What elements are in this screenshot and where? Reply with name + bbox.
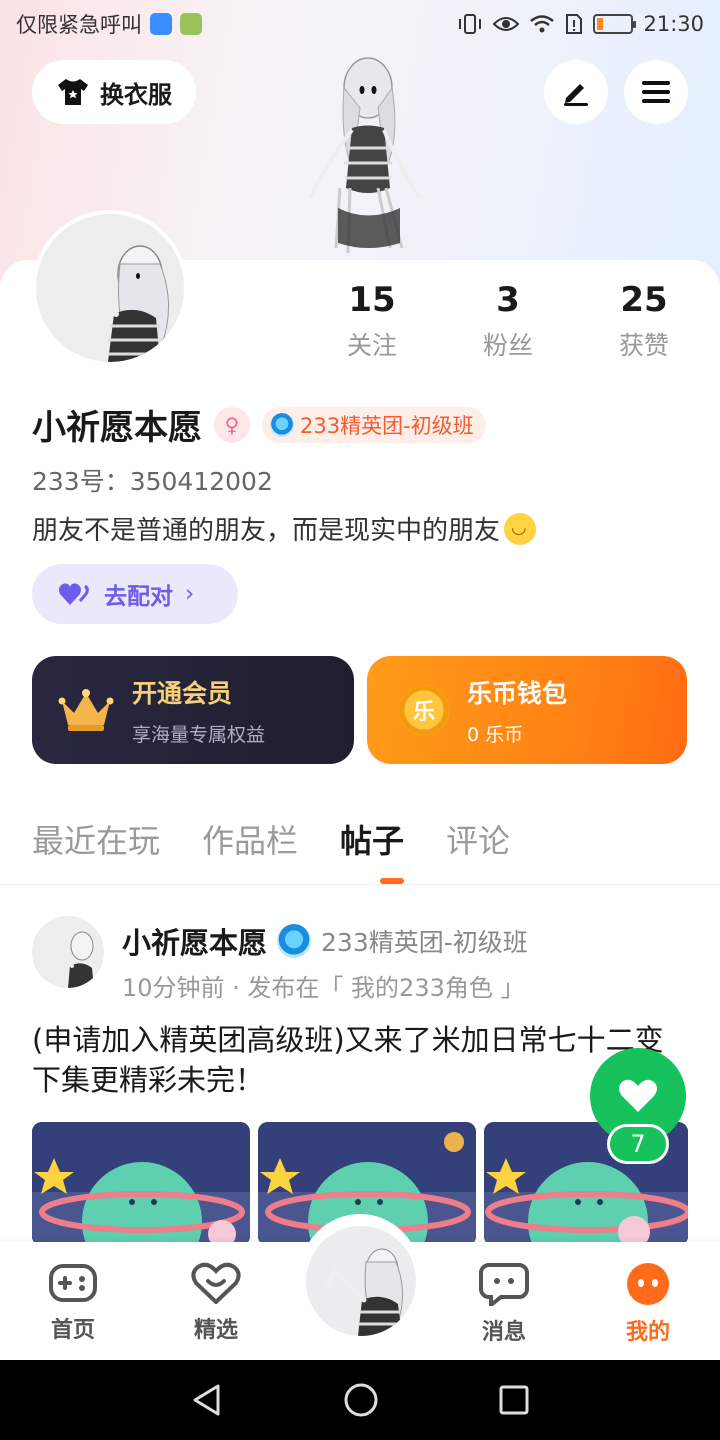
crown-icon (58, 689, 114, 731)
following-label: 关注 (346, 331, 397, 360)
nav-messages[interactable]: 消息 (459, 1262, 549, 1346)
medal-icon (270, 412, 294, 437)
profile-name: 小祈愿本愿 (32, 408, 202, 448)
profile-name-row: 小祈愿本愿 ♀ 233精英团-初级班 (32, 400, 486, 449)
battery-icon (593, 14, 637, 34)
followers-stat[interactable]: 3 粉丝 (440, 280, 576, 362)
vip-card-title: 开通会员 (132, 678, 233, 708)
tabs-divider (0, 884, 720, 885)
menu-icon (642, 81, 670, 103)
face-icon (627, 1263, 669, 1305)
profile-tabs: 最近在玩 作品栏 帖子 评论 (32, 816, 510, 862)
avatar-portrait (63, 245, 169, 362)
post-author-avatar[interactable] (32, 916, 104, 988)
game-app-icon (180, 13, 202, 35)
likes-count: 25 (620, 280, 668, 320)
match-button-label: 去配对 (104, 584, 173, 610)
chat-icon (479, 1263, 529, 1310)
wallet-card[interactable]: 乐 乐币钱包 0 乐币 (367, 656, 687, 764)
carrier-text: 仅限紧急呼叫 (16, 13, 142, 37)
nav-avatar-portrait (325, 1248, 403, 1336)
post-avatar-portrait (45, 931, 94, 988)
coin-char: 乐 (412, 700, 435, 725)
medal-icon (277, 924, 312, 958)
nav-home-label: 首页 (50, 1318, 95, 1343)
recents-icon[interactable] (498, 1384, 530, 1416)
nav-home[interactable]: 首页 (28, 1262, 118, 1344)
wallet-card-subtitle: 0 乐币 (467, 723, 524, 746)
bio-text: 朋友不是普通的朋友，而是现实中的朋友 (32, 516, 501, 546)
edit-profile-button[interactable] (544, 60, 608, 124)
shield-app-icon (150, 13, 172, 35)
tshirt-icon (58, 79, 88, 105)
post-meta: 10分钟前 · 发布在「 我的233角色 」 (122, 974, 525, 1002)
vip-card[interactable]: 开通会员 享海量专属权益 (32, 656, 354, 764)
like-count: 7 (607, 1124, 669, 1164)
followers-count: 3 (496, 280, 520, 320)
group-badge-label: 233精英团-初级班 (300, 413, 474, 438)
post-text[interactable]: (申请加入精英团高级班)又来了米加日常七十二变下集更精彩未完！ (32, 1020, 672, 1100)
nav-featured[interactable]: 精选 (171, 1262, 261, 1344)
change-outfit-label: 换衣服 (100, 80, 172, 109)
tab-posts[interactable]: 帖子 (340, 816, 404, 862)
heart-smile-icon (191, 1262, 241, 1305)
avatar-3d-figure[interactable] (290, 48, 440, 258)
change-outfit-button[interactable]: 换衣服 (32, 60, 196, 124)
user-id: 233号：350412002 (32, 467, 273, 496)
profile-stats: 15 关注 3 粉丝 25 获赞 (304, 280, 712, 362)
wallet-card-title: 乐币钱包 (467, 678, 568, 708)
heart-icon (619, 1079, 657, 1112)
gamepad-icon (49, 1264, 97, 1302)
sim-alert-icon (566, 14, 583, 34)
system-navigation-bar (0, 1360, 720, 1440)
status-bar: 仅限紧急呼叫 21:30 (0, 0, 720, 48)
likes-label: 获赞 (618, 331, 669, 360)
group-badge[interactable]: 233精英团-初级班 (262, 406, 486, 443)
followers-label: 粉丝 (482, 331, 533, 360)
nav-messages-label: 消息 (481, 1320, 526, 1345)
home-icon[interactable] (343, 1382, 379, 1418)
chevron-right-icon: › (185, 581, 195, 607)
smile-emoji-icon (504, 512, 537, 545)
post-author-row: 小祈愿本愿 233精英团-初级班 (122, 920, 528, 962)
nav-mine[interactable]: 我的 (603, 1262, 693, 1346)
post-author-name[interactable]: 小祈愿本愿 (122, 920, 267, 962)
clock: 21:30 (643, 12, 704, 36)
profile-bio: 朋友不是普通的朋友，而是现实中的朋友 (32, 510, 537, 547)
tab-recent-play[interactable]: 最近在玩 (32, 816, 160, 862)
nav-avatar-button[interactable] (306, 1226, 416, 1336)
pencil-icon (564, 84, 588, 106)
post-image-1[interactable] (32, 1122, 250, 1246)
vibrate-icon (459, 14, 482, 34)
profile-avatar[interactable] (32, 210, 188, 366)
nav-featured-label: 精选 (193, 1318, 238, 1343)
female-icon: ♀ (214, 406, 250, 443)
following-count: 15 (348, 280, 396, 320)
match-button[interactable]: 去配对 › (32, 564, 238, 624)
following-stat[interactable]: 15 关注 (304, 280, 440, 362)
eye-icon (493, 17, 520, 31)
double-heart-icon (59, 583, 89, 605)
coin-icon: 乐 (399, 685, 449, 735)
tab-comments[interactable]: 评论 (446, 816, 510, 862)
menu-button[interactable] (624, 60, 688, 124)
nav-mine-label: 我的 (625, 1320, 670, 1345)
wifi-icon (530, 15, 555, 33)
likes-stat[interactable]: 25 获赞 (576, 280, 712, 362)
post-author-badge: 233精英团-初级班 (321, 928, 528, 957)
tab-works[interactable]: 作品栏 (202, 816, 298, 862)
vip-card-subtitle: 享海量专属权益 (132, 723, 266, 746)
planet-character-image (32, 1122, 250, 1246)
back-icon[interactable] (190, 1383, 224, 1417)
